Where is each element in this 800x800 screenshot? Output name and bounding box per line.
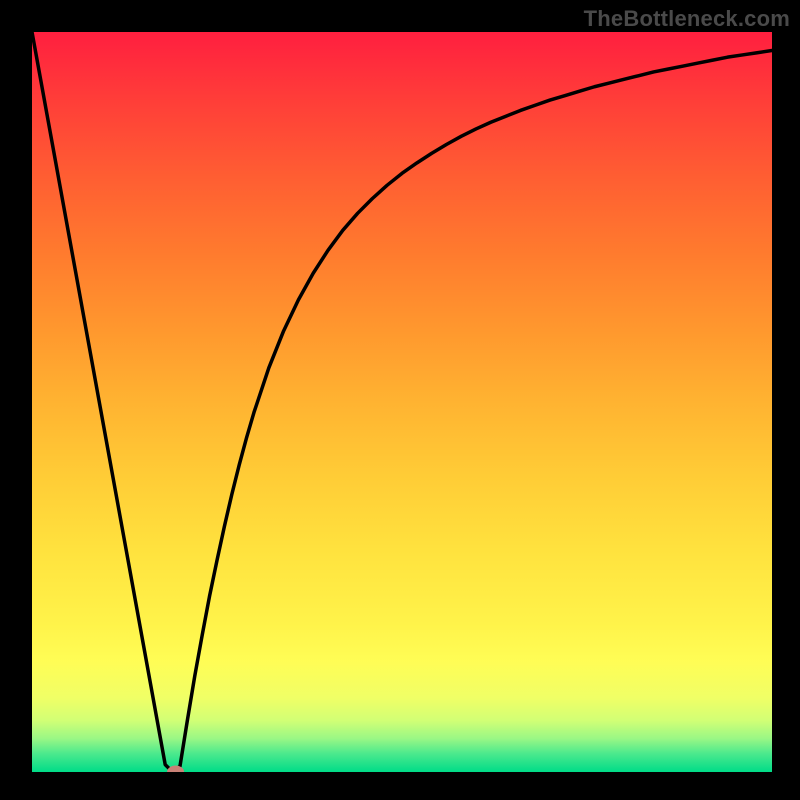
chart-frame: TheBottleneck.com — [0, 0, 800, 800]
gradient-background — [32, 32, 772, 772]
plot-area — [32, 32, 772, 772]
chart-svg — [32, 32, 772, 772]
watermark-label: TheBottleneck.com — [584, 6, 790, 32]
